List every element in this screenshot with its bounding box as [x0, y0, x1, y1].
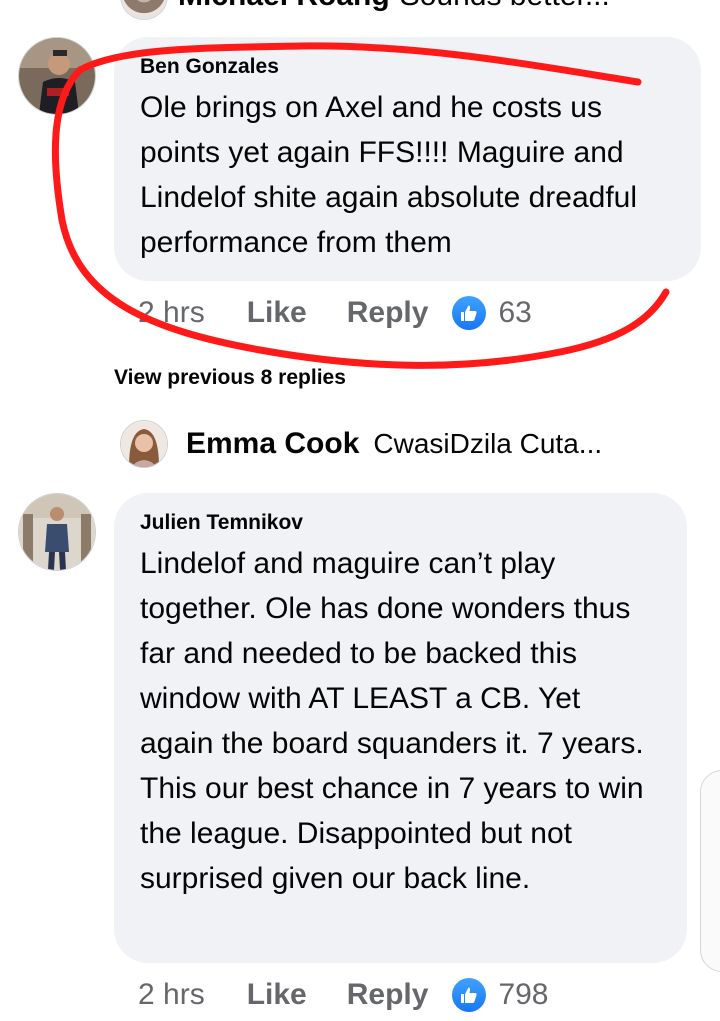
comment-actions: 2 hrs Like Reply 798: [138, 978, 549, 1012]
thumbs-up-icon[interactable]: [452, 978, 487, 1012]
comment-author-name[interactable]: Julien Temnikov: [140, 511, 661, 535]
comment-timestamp[interactable]: 2 hrs: [138, 978, 205, 1012]
avatar[interactable]: [120, 0, 168, 20]
reaction-count[interactable]: 63: [498, 296, 531, 330]
like-button[interactable]: Like: [247, 978, 307, 1012]
comment-bubble: Ben Gonzales Ole brings on Axel and he c…: [114, 37, 701, 281]
comment-text: Lindelof and maguire can’t play together…: [140, 547, 644, 895]
reaction-count[interactable]: 798: [498, 978, 548, 1012]
reply-button[interactable]: Reply: [347, 296, 429, 330]
comment-timestamp[interactable]: 2 hrs: [138, 296, 205, 330]
reply-author-name[interactable]: Emma Cook: [186, 427, 359, 461]
reply-snippet: Sounds better...: [400, 0, 610, 13]
view-previous-replies-link[interactable]: View previous 8 replies: [114, 366, 346, 390]
comment-actions: 2 hrs Like Reply 63: [138, 296, 532, 330]
reply-button[interactable]: Reply: [347, 978, 429, 1012]
floating-scroll-handle[interactable]: [700, 770, 720, 972]
reply-snippet: CwasiDzila Cuta...: [373, 428, 603, 459]
avatar[interactable]: [120, 420, 168, 468]
comment-author-name[interactable]: Ben Gonzales: [140, 55, 675, 79]
like-button[interactable]: Like: [247, 296, 307, 330]
reply-preview-row[interactable]: Emma Cook CwasiDzila Cuta...: [120, 420, 602, 468]
comment-bubble: Julien Temnikov Lindelof and maguire can…: [114, 493, 687, 963]
thumbs-up-icon[interactable]: [452, 296, 487, 330]
comment-thread: Michael Roang Sounds better... Ben Gonza…: [0, 0, 720, 1021]
avatar[interactable]: [18, 37, 96, 115]
reply-author-name[interactable]: Michael Roang: [178, 0, 390, 13]
collapsed-reply-row[interactable]: Michael Roang Sounds better...: [120, 0, 610, 20]
comment-text: Ole brings on Axel and he costs us point…: [140, 91, 638, 259]
avatar[interactable]: [18, 493, 96, 571]
